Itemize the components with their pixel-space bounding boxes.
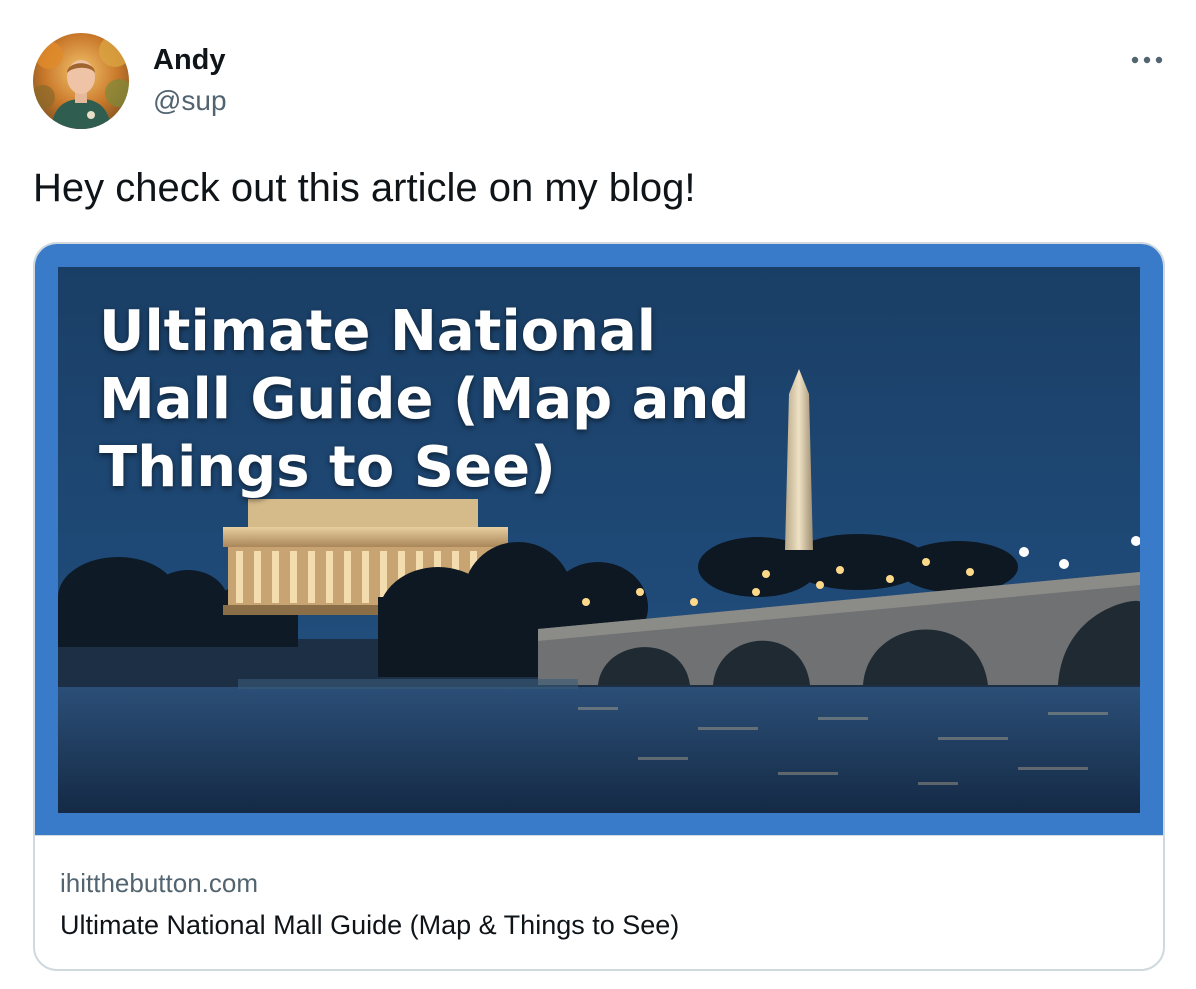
card-domain: ihitthebutton.com <box>60 868 259 898</box>
tweet: Andy @sup Hey check out this article on … <box>0 0 1196 989</box>
more-dots-icon <box>1131 56 1163 64</box>
card-footer[interactable]: ihitthebutton.com Ultimate National Mall… <box>35 835 1163 969</box>
author-handle[interactable]: @sup <box>153 85 227 117</box>
link-card[interactable]: Ultimate National Mall Guide (Map and Th… <box>33 242 1165 971</box>
card-title: Ultimate National Mall Guide (Map & Thin… <box>60 910 680 940</box>
avatar[interactable] <box>33 33 129 129</box>
card-image[interactable]: Ultimate National Mall Guide (Map and Th… <box>35 244 1163 835</box>
avatar-photo <box>33 33 129 129</box>
card-image-headline: Ultimate National Mall Guide (Map and Th… <box>99 299 750 500</box>
author-name[interactable]: Andy <box>153 44 226 77</box>
tweet-text: Hey check out this article on my blog! <box>33 166 696 210</box>
more-options-button[interactable] <box>1124 42 1170 78</box>
